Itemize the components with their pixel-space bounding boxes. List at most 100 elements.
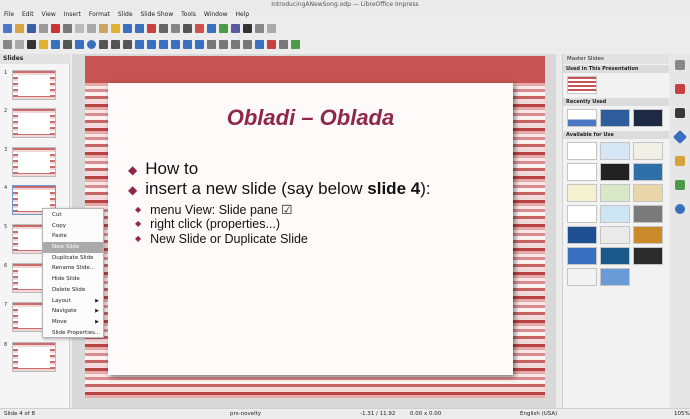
menu-item-duplicate-slide[interactable]: Duplicate Slide <box>43 253 103 264</box>
master-thumb[interactable] <box>567 226 597 244</box>
slide-title[interactable]: Obladi – Oblada <box>108 105 513 131</box>
menu-slide-show[interactable]: Slide Show <box>140 11 173 18</box>
slide-thumb-2[interactable]: 2 <box>4 108 56 138</box>
callouts-icon[interactable] <box>183 39 192 49</box>
sub-bullet-2[interactable]: ◆ right click (properties...) <box>135 217 280 231</box>
spelling-icon[interactable] <box>159 23 168 33</box>
slide-content-box[interactable]: Obladi – Oblada ◆ How to ◆ insert a new sl… <box>108 83 513 375</box>
menu-item-hide-slide[interactable]: Hide Slide <box>43 274 103 285</box>
sub-bullet-3[interactable]: ◆ New Slide or Duplicate Slide <box>135 232 308 246</box>
properties-icon[interactable] <box>675 60 685 70</box>
master-thumb[interactable] <box>600 109 630 127</box>
align-icon[interactable] <box>231 39 240 49</box>
symbol-shapes-icon[interactable] <box>147 39 156 49</box>
zoom-icon[interactable] <box>15 39 24 49</box>
menu-slide[interactable]: Slide <box>118 11 133 18</box>
arrow-icon[interactable] <box>99 39 108 49</box>
master-thumb[interactable] <box>633 109 663 127</box>
slide-thumb-1[interactable]: 1 <box>4 70 56 100</box>
filter-icon[interactable] <box>279 39 288 49</box>
flowchart-icon[interactable] <box>171 39 180 49</box>
menu-item-new-slide[interactable]: New Slide <box>43 242 103 253</box>
slide-thumb-8[interactable]: 8 <box>4 342 56 372</box>
master-thumb[interactable] <box>600 226 630 244</box>
menu-file[interactable]: File <box>4 11 14 18</box>
fill-color-icon[interactable] <box>39 39 48 49</box>
menu-item-delete-slide[interactable]: Delete Slide <box>43 285 103 296</box>
master-thumb[interactable] <box>600 184 630 202</box>
master-thumb[interactable] <box>633 226 663 244</box>
styles-icon[interactable] <box>675 156 685 166</box>
master-thumb[interactable] <box>600 247 630 265</box>
textbox-icon[interactable] <box>243 23 252 33</box>
chart-icon[interactable] <box>231 23 240 33</box>
master-thumb[interactable] <box>567 142 597 160</box>
table-icon[interactable] <box>207 23 216 33</box>
line-icon[interactable] <box>63 39 72 49</box>
menu-insert[interactable]: Insert <box>64 11 81 18</box>
select-icon[interactable] <box>3 39 12 49</box>
redo-icon[interactable] <box>135 23 144 33</box>
special-character-icon[interactable] <box>255 23 264 33</box>
menu-item-slide-properties[interactable]: Slide Properties... <box>43 328 103 339</box>
menu-item-cut[interactable]: Cut <box>43 210 103 221</box>
save-icon[interactable] <box>27 23 36 33</box>
open-icon[interactable] <box>15 23 24 33</box>
basic-shapes-icon[interactable] <box>135 39 144 49</box>
menu-item-layout[interactable]: Layout ▶ <box>43 296 103 307</box>
menu-item-move[interactable]: Move ▶ <box>43 317 103 328</box>
master-slides-icon[interactable] <box>672 129 688 145</box>
gallery-icon[interactable] <box>675 180 685 190</box>
new-icon[interactable] <box>3 23 12 33</box>
display-views-icon[interactable] <box>183 23 192 33</box>
section-recent[interactable]: Recently Used <box>563 98 669 106</box>
master-thumb[interactable] <box>600 268 630 286</box>
block-arrows-icon[interactable] <box>159 39 168 49</box>
navigator-icon[interactable] <box>675 204 685 214</box>
bullet-1[interactable]: ◆ How to <box>128 159 198 179</box>
section-available[interactable]: Available for Use <box>563 131 669 139</box>
pdf-icon[interactable] <box>51 23 60 33</box>
sub-bullet-1[interactable]: ◆ menu View: Slide pane ☑ <box>135 202 292 217</box>
3d-objects-icon[interactable] <box>207 39 216 49</box>
ellipse-icon[interactable] <box>87 39 96 49</box>
section-used[interactable]: Used in This Presentation <box>563 65 669 73</box>
undo-icon[interactable] <box>123 23 132 33</box>
image-icon[interactable] <box>219 23 228 33</box>
cut-icon[interactable] <box>75 23 84 33</box>
animation-icon[interactable] <box>291 39 300 49</box>
rectangle-icon[interactable] <box>75 39 84 49</box>
shadow-icon[interactable] <box>255 39 264 49</box>
menu-tools[interactable]: Tools <box>181 11 196 18</box>
menu-view[interactable]: View <box>42 11 56 18</box>
menu-item-copy[interactable]: Copy <box>43 221 103 232</box>
menu-item-rename-slide[interactable]: Rename Slide... <box>43 263 103 274</box>
text-icon[interactable] <box>27 39 36 49</box>
master-thumb[interactable] <box>633 247 663 265</box>
slide-canvas[interactable]: Obladi – Oblada ◆ How to ◆ insert a new sl… <box>85 56 545 398</box>
slide-thumb-3[interactable]: 3 <box>4 147 56 177</box>
master-thumb[interactable] <box>567 268 597 286</box>
menu-edit[interactable]: Edit <box>22 11 34 18</box>
crop-icon[interactable] <box>267 39 276 49</box>
master-thumb[interactable] <box>567 163 597 181</box>
arrange-icon[interactable] <box>243 39 252 49</box>
master-thumb[interactable] <box>567 76 597 94</box>
line-color-icon[interactable] <box>51 39 60 49</box>
master-thumb[interactable] <box>600 142 630 160</box>
bullet-2[interactable]: ◆ insert a new slide (say below slide 4): <box>128 179 431 199</box>
master-thumb[interactable] <box>567 247 597 265</box>
curve-icon[interactable] <box>111 39 120 49</box>
copy-icon[interactable] <box>87 23 96 33</box>
connector-icon[interactable] <box>123 39 132 49</box>
grid-icon[interactable] <box>171 23 180 33</box>
master-thumb[interactable] <box>567 184 597 202</box>
animation-icon[interactable] <box>675 108 685 118</box>
menu-item-paste[interactable]: Paste <box>43 231 103 242</box>
start-slideshow-icon[interactable] <box>195 23 204 33</box>
master-thumb[interactable] <box>633 142 663 160</box>
master-thumb[interactable] <box>567 205 597 223</box>
print-icon[interactable] <box>63 23 72 33</box>
master-thumb[interactable] <box>633 163 663 181</box>
export-icon[interactable] <box>39 23 48 33</box>
